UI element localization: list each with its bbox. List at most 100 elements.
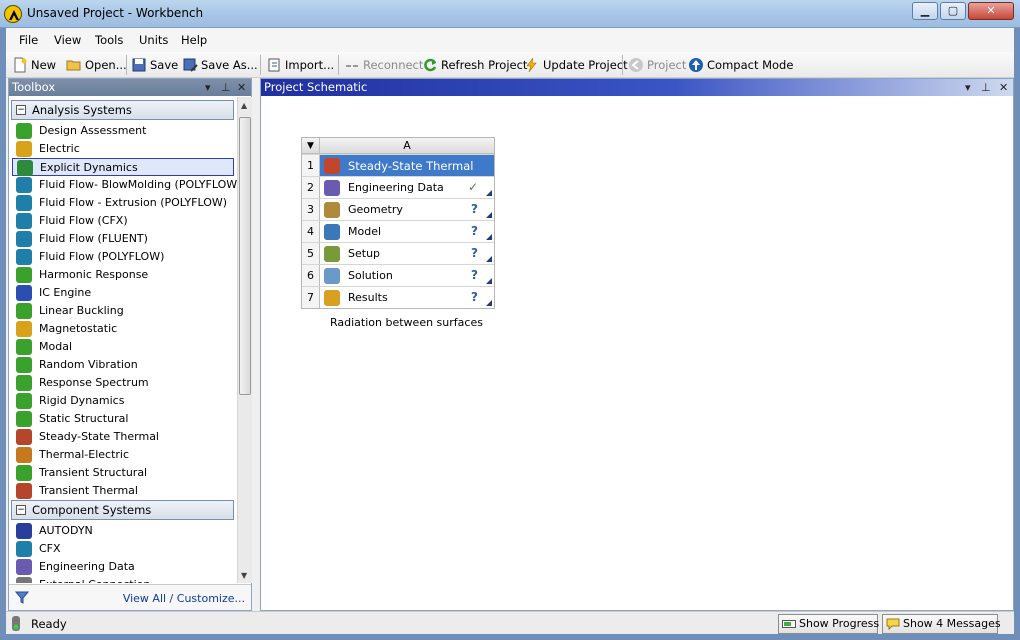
toolbox-item[interactable]: Design Assessment [12,122,234,140]
panel-menu-icon[interactable]: ▾ [965,79,971,96]
menu-help[interactable]: Help [181,33,207,47]
filter-icon[interactable] [14,590,30,607]
toolbox-item[interactable]: Harmonic Response [12,266,234,284]
show-messages-button[interactable]: Show 4 Messages [882,614,1001,634]
save-button[interactable]: Save [131,56,178,74]
geometry-icon [324,202,340,218]
view-all-customize-link[interactable]: View All / Customize... [123,592,245,605]
show-progress-button[interactable]: Show Progress [778,614,879,634]
toolbox-item-label: Fluid Flow (FLUENT) [39,232,148,245]
toolbox-item-label: Static Structural [39,412,129,425]
system-cell-row[interactable]: 2 Engineering Data ✓ [302,176,494,198]
scroll-down-icon[interactable]: ▼ [241,571,247,580]
row-number: 3 [302,199,320,220]
project-back-button[interactable]: Project [628,56,686,74]
minimize-button[interactable]: ▁ [912,2,938,20]
toolbox-item[interactable]: CFX [12,540,234,558]
import-button[interactable]: Import... [266,56,334,74]
save-as-button[interactable]: Save As... [182,56,258,74]
toolbox-item[interactable]: Fluid Flow (FLUENT) [12,230,234,248]
column-label: A [403,139,411,152]
toolbox-item[interactable]: External Connection [12,576,234,583]
electric-icon [16,141,32,157]
analysis-system-block[interactable]: ▼ A 1 Steady-State Thermal 2 Engineering Da… [301,137,495,309]
compact-mode-button[interactable]: Compact Mode [688,56,793,74]
group-analysis-systems[interactable]: − Analysis Systems [11,100,234,120]
toolbox-item[interactable]: Steady-State Thermal [12,428,234,446]
toolbox-item-label: Explicit Dynamics [40,161,138,174]
cell-corner-marker-icon [486,212,492,218]
system-cell-row[interactable]: 6 Solution? [302,264,494,286]
cfx-icon [16,541,32,557]
project-schematic-panel: Project Schematic ▾ ⊥ ✕ ▼ A 1 Steady-Stat… [260,78,1014,611]
compact-mode-icon [688,57,704,73]
toolbox-item[interactable]: Fluid Flow- BlowMolding (POLYFLOW) [12,176,237,194]
maximize-button[interactable]: ▢ [940,2,966,20]
toolbox-title: Toolbox [12,80,56,94]
toolbox-item-label: Harmonic Response [39,268,149,281]
toolbox-scrollbar[interactable]: ▲ ▼ [237,97,252,583]
toolbox-item[interactable]: Static Structural [12,410,234,428]
message-icon [886,618,900,631]
menu-units[interactable]: Units [139,33,168,47]
toolbox-item[interactable]: Engineering Data [12,558,234,576]
menu-tools[interactable]: Tools [95,33,123,47]
cell-label: Solution [348,269,393,282]
system-name-caption[interactable]: Radiation between surfaces [330,316,483,329]
toolbox-item-label: Linear Buckling [39,304,124,317]
toolbox-item[interactable]: Linear Buckling [12,302,234,320]
toolbox-item[interactable]: Transient Thermal [12,482,234,500]
toolbox-item[interactable]: Explicit Dynamics [12,158,234,176]
toolbox-item-label: Random Vibration [39,358,138,371]
fluid-flow-icon [16,231,32,247]
toolbox-item-label: Transient Structural [39,466,148,479]
new-button[interactable]: New [12,56,56,74]
toolbox-item[interactable]: AUTODYN [12,522,234,540]
toolbox-item-label: Magnetostatic [39,322,118,335]
system-column-header: ▼ A [302,138,494,154]
system-cell-row[interactable]: 4 Model? [302,220,494,242]
toolbox-item[interactable]: Fluid Flow - Extrusion (POLYFLOW) [12,194,234,212]
panel-menu-icon[interactable]: ▾ [205,79,211,96]
reconnect-button[interactable]: Reconnect [344,56,423,74]
toolbox-item[interactable]: Magnetostatic [12,320,234,338]
harmonic-response-icon [16,267,32,283]
toolbox-item[interactable]: Electric [12,140,234,158]
system-title-cell[interactable]: 1 Steady-State Thermal [302,154,494,176]
scrollbar-thumb[interactable] [239,117,251,395]
toolbox-item[interactable]: Thermal-Electric [12,446,234,464]
menu-file[interactable]: File [19,33,38,47]
panel-close-icon[interactable]: ✕ [237,79,246,96]
toolbox-footer: View All / Customize... [9,584,251,610]
open-button[interactable]: Open... [66,56,127,74]
toolbox-item[interactable]: Fluid Flow (POLYFLOW) [12,248,234,266]
toolbox-item[interactable]: Modal [12,338,234,356]
collapse-icon[interactable]: − [16,105,26,115]
pin-icon[interactable]: ⊥ [221,79,231,96]
close-button[interactable]: ✕ [968,2,1014,20]
modal-icon [16,339,32,355]
toolbox-item[interactable]: Rigid Dynamics [12,392,234,410]
refresh-required-icon: ? [471,224,478,238]
system-cell-row[interactable]: 3 Geometry? [302,198,494,220]
toolbox-item[interactable]: Transient Structural [12,464,234,482]
system-menu-dropdown-icon[interactable]: ▼ [302,138,320,154]
system-cell-row[interactable]: 5 Setup? [302,242,494,264]
progress-bar-icon [782,618,796,630]
update-project-button[interactable]: Update Project [524,56,628,74]
menu-view[interactable]: View [54,33,81,47]
system-cell-row[interactable]: 7 Results? [302,286,494,308]
collapse-icon[interactable]: − [16,505,26,515]
toolbox-item[interactable]: Random Vibration [12,356,234,374]
group-component-systems[interactable]: − Component Systems [11,500,234,520]
toolbox-item[interactable]: Response Spectrum [12,374,234,392]
panel-close-icon[interactable]: ✕ [999,79,1008,96]
toolbox-item[interactable]: IC Engine [12,284,234,302]
toolbox-item[interactable]: Fluid Flow (CFX) [12,212,234,230]
response-spectrum-icon [16,375,32,391]
scroll-up-icon[interactable]: ▲ [241,101,247,110]
pin-icon[interactable]: ⊥ [981,79,991,96]
refresh-project-button[interactable]: Refresh Project [422,56,527,74]
cell-label: Results [348,291,388,304]
fluid-flow-icon [16,177,32,193]
